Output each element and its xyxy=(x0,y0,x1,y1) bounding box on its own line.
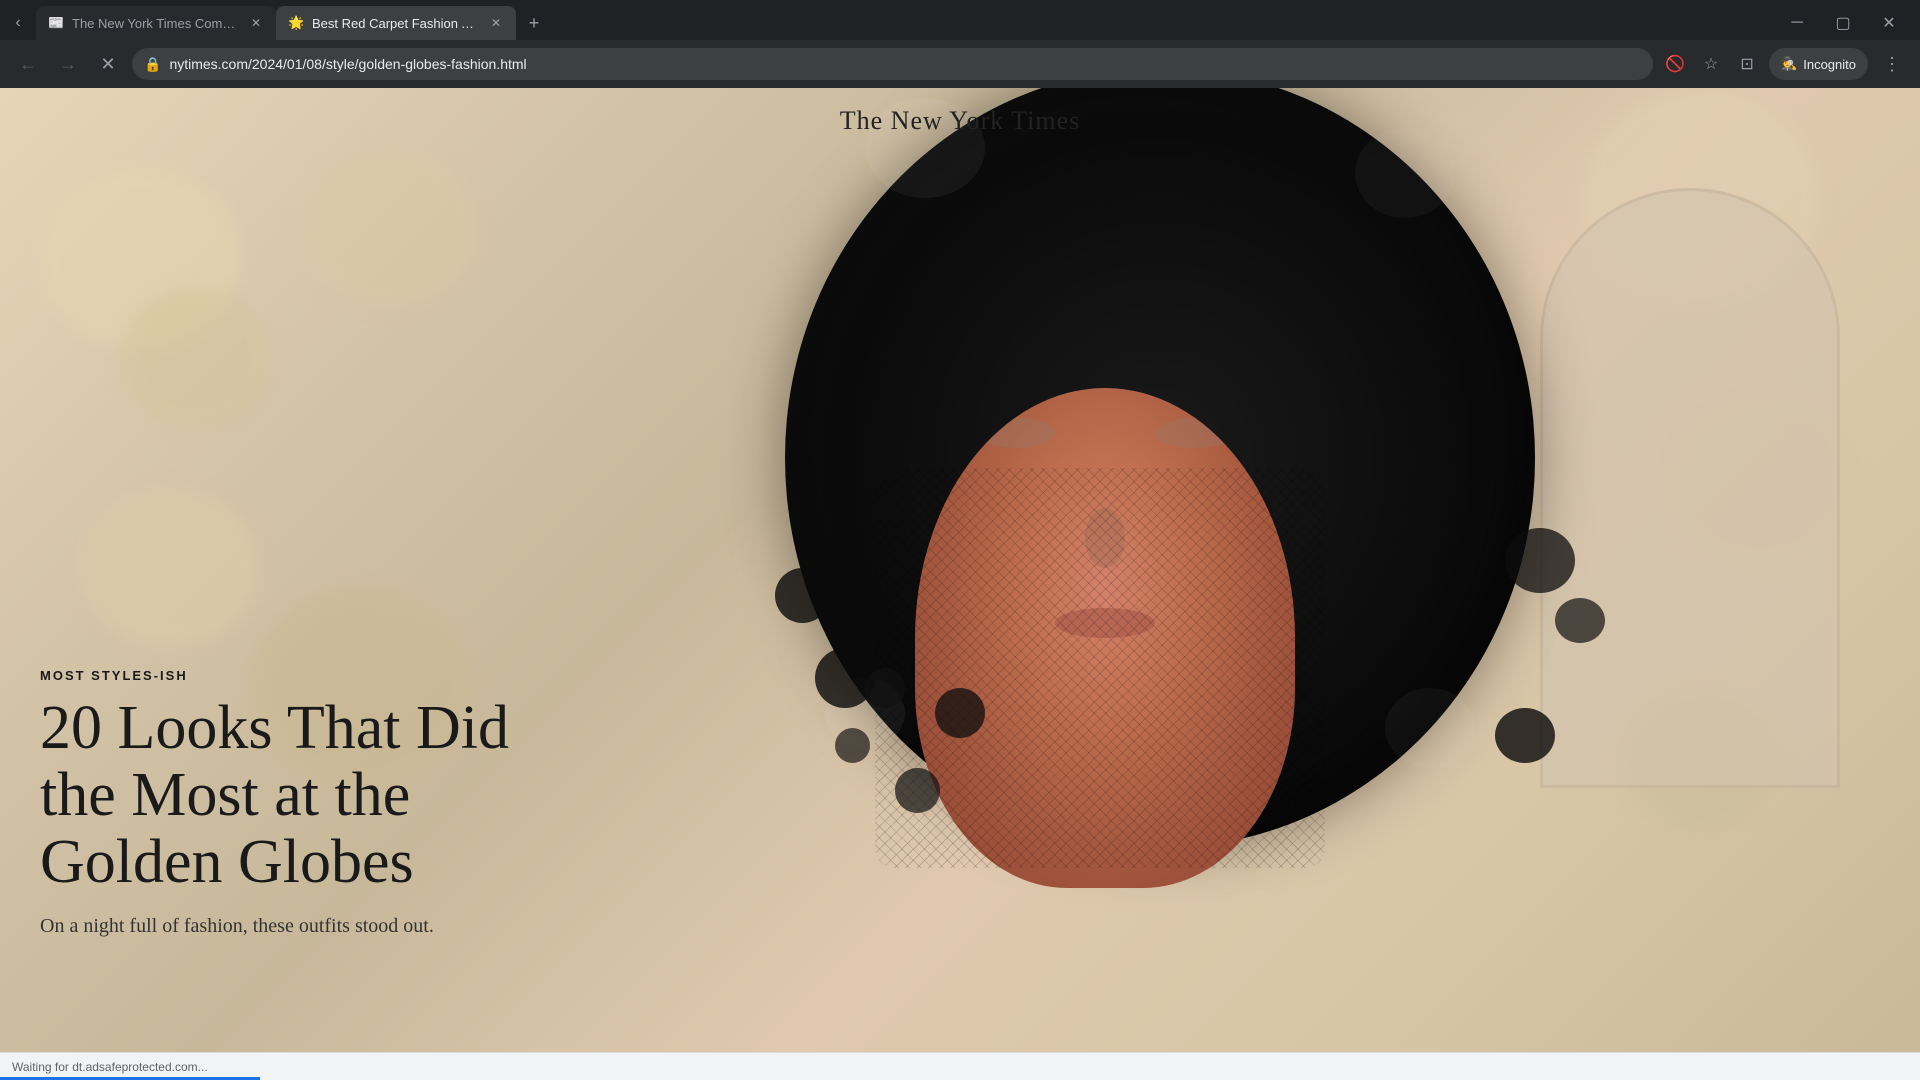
tab2-close-button[interactable]: ✕ xyxy=(488,15,504,31)
back-icon: ← xyxy=(19,54,37,75)
forward-button[interactable]: → xyxy=(52,48,84,80)
status-text: Waiting for dt.adsafeprotected.com... xyxy=(12,1060,208,1074)
nyt-logo: The New York Times xyxy=(840,106,1081,136)
tab-nytimes-company[interactable]: 📰 The New York Times Company ✕ xyxy=(36,6,276,40)
eye-slash-icon: 🚫 xyxy=(1665,54,1685,74)
browser-menu-button[interactable]: ⋮ xyxy=(1876,48,1908,80)
article-subhead: On a night full of fashion, these outfit… xyxy=(40,912,520,940)
tab1-close-button[interactable]: ✕ xyxy=(248,15,264,31)
incognito-icon: 🕵 xyxy=(1781,56,1797,72)
main-image xyxy=(735,88,1635,1080)
close-icon: ✕ xyxy=(1882,13,1895,33)
article-text-block: MOST STYLES-ISH 20 Looks That Did the Mo… xyxy=(40,668,520,940)
star-icon: ☆ xyxy=(1704,54,1718,74)
split-view-button[interactable]: ⊡ xyxy=(1733,50,1761,78)
tab2-favicon: 🌟 xyxy=(288,15,304,31)
plus-icon: + xyxy=(529,13,540,34)
floral-blob-3 xyxy=(80,488,260,648)
page-content: The New York Times MOST STYLES-ISH 20 Lo… xyxy=(0,88,1920,1080)
menu-icon: ⋮ xyxy=(1883,54,1901,75)
lock-icon: 🔒 xyxy=(144,56,161,73)
tab-nav-left-button[interactable]: ‹ xyxy=(0,6,36,40)
browser-chrome: ‹ 📰 The New York Times Company ✕ 🌟 Best … xyxy=(0,0,1920,88)
article-headline[interactable]: 20 Looks That Did the Most at the Golden… xyxy=(40,695,520,896)
tab-red-carpet[interactable]: 🌟 Best Red Carpet Fashion At the... ✕ xyxy=(276,6,516,40)
chevron-left-icon: ‹ xyxy=(15,14,20,32)
close-button[interactable]: ✕ xyxy=(1866,6,1912,40)
maximize-button[interactable]: ▢ xyxy=(1820,6,1866,40)
status-bar: Waiting for dt.adsafeprotected.com... xyxy=(0,1052,1920,1080)
reload-icon: ✕ xyxy=(100,54,115,75)
tab2-title: Best Red Carpet Fashion At the... xyxy=(312,16,480,31)
article-category: MOST STYLES-ISH xyxy=(40,668,520,683)
incognito-label: Incognito xyxy=(1803,57,1856,72)
maximize-icon: ▢ xyxy=(1835,13,1850,33)
floral-blob-5 xyxy=(300,148,480,308)
new-tab-button[interactable]: + xyxy=(520,9,548,37)
forward-icon: → xyxy=(59,54,77,75)
veil-overlay xyxy=(875,468,1325,868)
reload-button[interactable]: ✕ xyxy=(92,48,124,80)
tab1-title: The New York Times Company xyxy=(72,16,240,31)
floral-blob-2 xyxy=(120,288,270,428)
bookmark-button[interactable]: ☆ xyxy=(1697,50,1725,78)
address-right-icons: 🚫 ☆ ⊡ 🕵 Incognito ⋮ xyxy=(1661,48,1908,80)
incognito-button[interactable]: 🕵 Incognito xyxy=(1769,48,1868,80)
back-button[interactable]: ← xyxy=(12,48,44,80)
minimize-icon: ─ xyxy=(1791,14,1802,32)
eye-slash-icon-button[interactable]: 🚫 xyxy=(1661,50,1689,78)
tab1-favicon: 📰 xyxy=(48,15,64,31)
address-text: nytimes.com/2024/01/08/style/golden-glob… xyxy=(169,56,1641,72)
window-controls: ─ ▢ ✕ xyxy=(1774,6,1920,40)
minimize-button[interactable]: ─ xyxy=(1774,6,1820,40)
split-icon: ⊡ xyxy=(1740,54,1753,74)
tab-bar: ‹ 📰 The New York Times Company ✕ 🌟 Best … xyxy=(0,0,1920,40)
address-input-wrap[interactable]: 🔒 nytimes.com/2024/01/08/style/golden-gl… xyxy=(132,48,1653,80)
address-bar: ← → ✕ 🔒 nytimes.com/2024/01/08/style/gol… xyxy=(0,40,1920,88)
